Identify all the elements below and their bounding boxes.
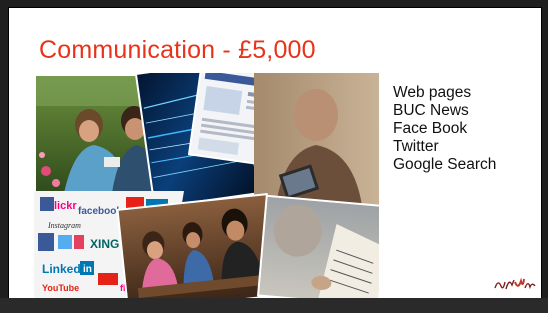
photo-collage: lickr facebook Instagram XING Linked in … [34, 73, 379, 298]
bullet-list: Web pages BUC News Face Book Twitter Goo… [393, 84, 496, 174]
photo-family-at-table [116, 193, 279, 298]
slide-title: Communication - £5,000 [39, 36, 316, 64]
linkedin-in-text: in [83, 264, 92, 275]
presentation-window: Communication - £5,000 Web pages BUC New… [0, 0, 548, 313]
instagram-text: Instagram [47, 221, 81, 230]
slide: Communication - £5,000 Web pages BUC New… [8, 7, 542, 299]
youtube-text: YouTube [42, 283, 79, 293]
bullet-item: Face Book [393, 120, 468, 137]
photo-reading-newspaper [256, 194, 379, 298]
bottom-bar [0, 298, 548, 313]
calligraphy-signature [493, 276, 537, 298]
bullet-item: Web pages [393, 84, 472, 101]
xing-text: XING [90, 237, 119, 251]
bullet-item: Twitter [393, 138, 439, 155]
bullet-item: Google Search [393, 156, 497, 173]
flickr-text: lickr [54, 200, 77, 212]
facebook-text: facebook [78, 206, 122, 217]
bullet-item: BUC News [393, 102, 469, 119]
linkedin-text: Linked [42, 262, 81, 276]
